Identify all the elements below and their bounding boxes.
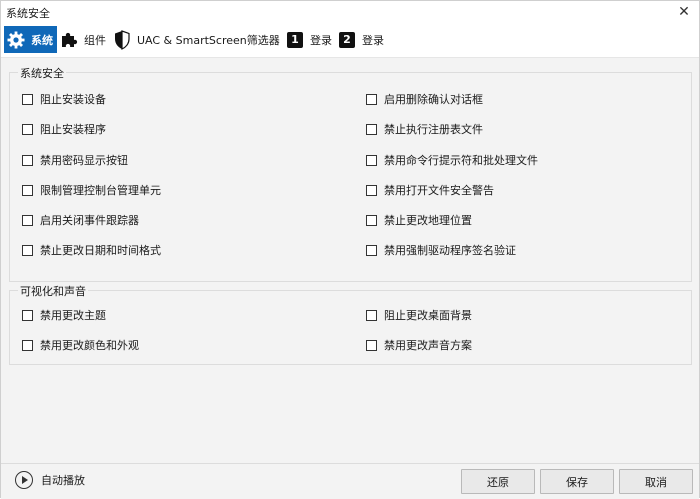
option-disable-sound-scheme[interactable]: 禁用更改声音方案 (366, 337, 472, 353)
tab-badge: 2 (339, 31, 355, 48)
autoplay-label: 自动播放 (41, 474, 85, 487)
tab-uac-smartscreen[interactable]: UAC & SmartScreen筛选器 (110, 26, 284, 53)
tab-label: 系统 (31, 33, 53, 47)
option-label: 禁止执行注册表文件 (384, 123, 483, 136)
option-block-program-install[interactable]: 阻止安装程序 (22, 121, 106, 137)
option-block-reg-files[interactable]: 禁止执行注册表文件 (366, 121, 483, 137)
option-label: 阻止安装程序 (40, 123, 106, 136)
footer-bar: 自动播放 还原 保存 取消 (1, 463, 699, 499)
option-disable-password-reveal[interactable]: 禁用密码显示按钮 (22, 152, 128, 168)
tab-label: 登录 (310, 33, 332, 47)
save-button[interactable]: 保存 (540, 469, 614, 494)
checkbox[interactable] (22, 214, 33, 226)
option-label: 禁用强制驱动程序签名验证 (384, 244, 516, 257)
option-label: 启用删除确认对话框 (384, 93, 483, 106)
checkbox[interactable] (22, 309, 33, 321)
option-block-geo-location[interactable]: 禁止更改地理位置 (366, 212, 472, 228)
group-title: 系统安全 (18, 65, 66, 81)
settings-panel: 系统安全 阻止安装设备 阻止安装程序 禁用密码显示按钮 限制管理控制台管理单元 … (1, 57, 699, 463)
close-icon[interactable]: ✕ (669, 1, 699, 23)
option-label: 禁用命令行提示符和批处理文件 (384, 154, 538, 167)
option-label: 禁用更改主题 (40, 309, 106, 322)
option-disable-open-file-warning[interactable]: 禁用打开文件安全警告 (366, 182, 494, 198)
option-label: 阻止安装设备 (40, 93, 106, 106)
autoplay-button[interactable]: 自动播放 (15, 471, 85, 489)
tab-badge: 1 (287, 31, 303, 48)
shield-icon (112, 29, 132, 50)
option-label: 禁用密码显示按钮 (40, 154, 128, 167)
title-bar: 系统安全 ✕ (1, 1, 699, 23)
restore-button[interactable]: 还原 (461, 469, 535, 494)
cancel-button[interactable]: 取消 (619, 469, 693, 494)
option-label: 启用关闭事件跟踪器 (40, 214, 139, 227)
tab-label: 登录 (362, 33, 384, 47)
tab-system[interactable]: 系统 (4, 26, 57, 53)
group-visual-sound: 可视化和声音 禁用更改主题 禁用更改颜色和外观 阻止更改桌面背景 禁用更改声音方… (9, 283, 692, 365)
checkbox[interactable] (366, 244, 377, 256)
option-label: 阻止更改桌面背景 (384, 309, 472, 322)
number-1-icon: 1 (285, 30, 305, 50)
option-label: 禁止更改日期和时间格式 (40, 244, 161, 257)
option-label: 禁用打开文件安全警告 (384, 184, 494, 197)
window-title: 系统安全 (6, 7, 50, 20)
checkbox[interactable] (366, 214, 377, 226)
option-label: 禁止更改地理位置 (384, 214, 472, 227)
checkbox[interactable] (22, 184, 33, 196)
checkbox[interactable] (366, 123, 377, 135)
option-label: 禁用更改颜色和外观 (40, 339, 139, 352)
option-enable-shutdown-tracker[interactable]: 启用关闭事件跟踪器 (22, 212, 139, 228)
app-window: 系统安全 ✕ 系统 组件 UAC & SmartScreen筛选器 1 登录 2… (0, 0, 700, 499)
tab-login-2[interactable]: 2 登录 (335, 26, 388, 53)
group-system-security: 系统安全 阻止安装设备 阻止安装程序 禁用密码显示按钮 限制管理控制台管理单元 … (9, 65, 692, 282)
group-title: 可视化和声音 (18, 283, 88, 299)
number-2-icon: 2 (337, 30, 357, 50)
tab-components[interactable]: 组件 (57, 26, 110, 53)
option-delete-confirmation[interactable]: 启用删除确认对话框 (366, 91, 483, 107)
tab-login-1[interactable]: 1 登录 (283, 26, 336, 53)
checkbox[interactable] (22, 93, 33, 105)
option-block-datetime-format[interactable]: 禁止更改日期和时间格式 (22, 242, 161, 258)
checkbox[interactable] (22, 339, 33, 351)
gear-icon (6, 30, 26, 50)
option-label: 禁用更改声音方案 (384, 339, 472, 352)
checkbox[interactable] (366, 339, 377, 351)
checkbox[interactable] (366, 154, 377, 166)
checkbox[interactable] (366, 184, 377, 196)
tab-label: UAC & SmartScreen筛选器 (137, 33, 280, 47)
option-disable-cmd-batch[interactable]: 禁用命令行提示符和批处理文件 (366, 152, 538, 168)
tab-label: 组件 (84, 33, 106, 47)
option-label: 限制管理控制台管理单元 (40, 184, 161, 197)
option-block-device-install[interactable]: 阻止安装设备 (22, 91, 106, 107)
option-disable-color-appearance[interactable]: 禁用更改颜色和外观 (22, 337, 139, 353)
puzzle-icon (59, 30, 79, 50)
checkbox[interactable] (22, 123, 33, 135)
checkbox[interactable] (22, 244, 33, 256)
checkbox[interactable] (366, 93, 377, 105)
option-disable-driver-signing[interactable]: 禁用强制驱动程序签名验证 (366, 242, 516, 258)
option-disable-theme-change[interactable]: 禁用更改主题 (22, 307, 106, 323)
option-restrict-mmc-snapins[interactable]: 限制管理控制台管理单元 (22, 182, 161, 198)
checkbox[interactable] (22, 154, 33, 166)
option-block-desktop-background[interactable]: 阻止更改桌面背景 (366, 307, 472, 323)
tab-bar: 系统 组件 UAC & SmartScreen筛选器 1 登录 2 登录 (1, 23, 699, 55)
checkbox[interactable] (366, 309, 377, 321)
play-icon (15, 471, 33, 489)
